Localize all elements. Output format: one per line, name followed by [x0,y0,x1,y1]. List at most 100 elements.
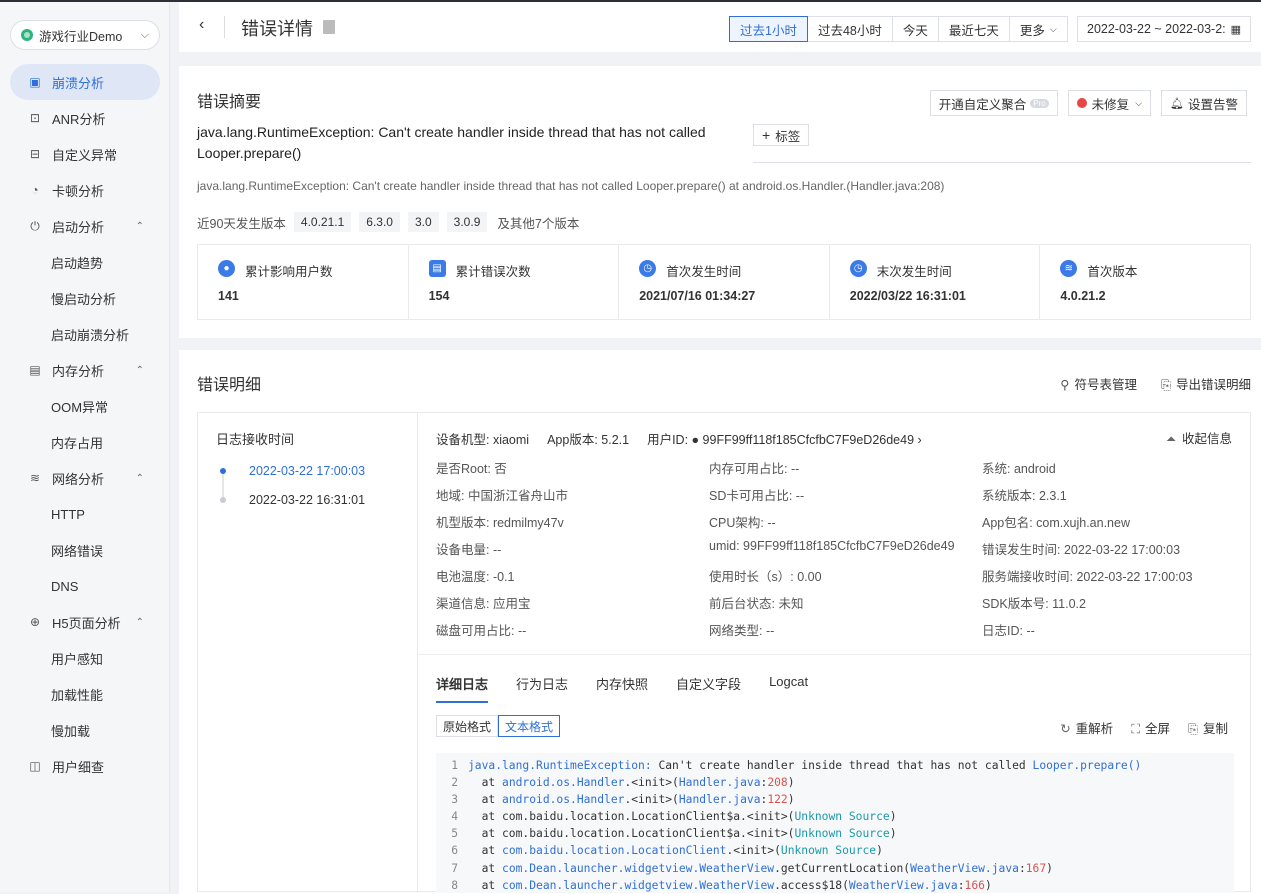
sidebar-subitem[interactable]: 慢加载 [0,712,170,748]
tab-custom-fields[interactable]: 自定义字段 [676,674,741,703]
symbol-table-button[interactable]: ⚲ 符号表管理 [1060,374,1137,393]
copy-button[interactable]: ⎘ 复制 [1188,718,1228,737]
stat-label: 首次版本 [1087,265,1138,279]
range-today-button[interactable]: 今天 [892,16,939,42]
code-text: at com.baidu.location.LocationClient$a.<… [468,810,897,824]
sidebar-subitem[interactable]: 启动趋势 [0,244,170,280]
status-label: 未修复 [1091,97,1130,112]
sidebar-subitem[interactable]: 内存占用 [0,424,170,460]
device-info-field: 系统: android [982,462,1056,476]
sidebar-subitem[interactable]: 启动崩溃分析 [0,316,170,352]
anr-icon: ⊡ [29,111,41,125]
range-more-button[interactable]: 更多 ⌵ [1009,16,1068,42]
reparse-button[interactable]: ↻ 重解析 [1060,718,1113,737]
device-info-field: 磁盘可用占比: -- [436,624,527,638]
line-number: 7 [451,861,458,875]
code-line: 5 at com.baidu.location.LocationClient$a… [436,825,1234,842]
pro-badge: Pro [1030,98,1049,108]
sidebar-item-label: 启动崩溃分析 [51,327,130,343]
summary-card: 错误摘要 开通自定义聚合 Pro 未修复 ⌵ 🔔︎ 设置告警 java.lang.Ru… [179,66,1261,338]
collapse-label: 收起信息 [1181,432,1232,446]
device-info-field: 网络类型: -- [709,624,775,638]
code-line: 7 at com.Dean.launcher.widgetview.Weathe… [436,860,1234,877]
sidebar-subitem[interactable]: 加载性能 [0,676,170,712]
unfixed-status-icon [1076,98,1087,108]
sidebar-subitem[interactable]: 慢启动分析 [0,280,170,316]
app-logo-icon [21,29,33,41]
date-range-value: 2022-03-22 ~ 2022-03-2: [1087,22,1226,36]
version-chip: 6.3.0 [359,212,400,232]
device-info-field: 是否Root: 否 [436,462,507,476]
sidebar-item[interactable]: ⏻ 启动分析 ⌃ [0,208,170,244]
text-format-button[interactable]: 文本格式 [498,715,561,737]
bookmark-icon[interactable] [323,20,335,34]
exception-message: java.lang.RuntimeException: Can't create… [197,124,706,161]
log-time-item[interactable]: 2022-03-22 17:00:03 [249,464,365,478]
tab-memory-snapshot[interactable]: 内存快照 [596,674,648,703]
line-number: 5 [451,827,458,841]
device-info-field: umid: 99FF99ff118f185CfcfbC7F9eD26de49 [709,539,955,553]
raw-format-button[interactable]: 原始格式 [436,715,499,737]
timeline-dot [220,497,226,503]
date-range-picker[interactable]: 2022-03-22 ~ 2022-03-2: ▦ [1077,16,1251,42]
status-dropdown[interactable]: 未修复 ⌵ [1067,90,1152,116]
sidebar-subitem[interactable]: 网络错误 [0,532,170,568]
stat-value: 2021/07/16 01:34:27 [639,289,756,303]
header-divider [224,16,225,38]
h5-icon: ⊕ [29,615,41,629]
range-7d-button[interactable]: 最近七天 [938,16,1010,42]
sidebar: 游戏行业Demo ⌵ ▣ 崩溃分析 ⊡ ANR分析 ⊟ 自定义异常 ◔ 卡顿分析 ⏻ 启动分析 ⌃ 启… [0,2,170,892]
sidebar-item[interactable]: ⊕ H5页面分析 ⌃ [0,604,170,640]
code-text: at android.os.Handler.<init>(Handler.jav… [468,793,795,807]
device-info-field: 使用时长（s）: 0.00 [709,570,822,584]
tab-logcat[interactable]: Logcat [769,674,808,703]
sidebar-item[interactable]: ⊟ 自定义异常 [0,136,170,172]
collapse-info-button[interactable]: ⏶ 收起信息 [1166,428,1232,447]
fullscreen-button[interactable]: ⛶ 全屏 [1131,718,1170,737]
user-id-link[interactable]: 用户ID: ● 99FF99ff118f185CfcfbC7F9eD26de49… [647,429,922,448]
sidebar-subitem[interactable]: HTTP [0,496,170,532]
sidebar-subitem[interactable]: DNS [0,568,170,604]
versions-more[interactable]: 及其他7个版本 [497,213,579,232]
chevron-up-icon: ⌃ [135,220,144,232]
detail-box: 日志接收时间 2022-03-22 17:00:03 2022-03-22 16… [197,412,1252,893]
set-alert-label: 设置告警 [1187,97,1238,112]
sidebar-item[interactable]: ▤ 内存分析 ⌃ [0,352,170,388]
custom-aggregate-button[interactable]: 开通自定义聚合 Pro [929,90,1058,116]
log-time-column: 日志接收时间 2022-03-22 17:00:03 2022-03-22 16… [198,413,418,893]
line-number: 6 [451,844,458,858]
log-time-item[interactable]: 2022-03-22 16:31:01 [249,493,365,507]
tab-detailed-log[interactable]: 详细日志 [436,674,489,703]
device-info-field: 电池温度: -0.1 [436,570,515,584]
sidebar-item[interactable]: ◔ 卡顿分析 [0,172,170,208]
set-alert-button[interactable]: 🔔︎ 设置告警 [1161,90,1247,116]
line-number: 4 [451,810,458,824]
tab-behavior-log[interactable]: 行为日志 [516,674,568,703]
detail-actions: ⚲ 符号表管理 ⎘ 导出错误明细 [1060,374,1251,393]
code-line: 2 at android.os.Handler.<init>(Handler.j… [436,774,1234,791]
stat-value: 154 [428,289,450,303]
sidebar-item[interactable]: ≋ 网络分析 ⌃ [0,460,170,496]
range-48h-button[interactable]: 过去48小时 [807,16,893,42]
device-info-field: App包名: com.xujh.an.new [982,516,1130,530]
version-chip: 3.0 [407,212,439,232]
chevron-down-icon: ⌵ [1135,97,1143,108]
sidebar-subitem[interactable]: OOM异常 [0,388,170,424]
custom-aggregate-label: 开通自定义聚合 [938,97,1027,112]
sidebar-item[interactable]: ▣ 崩溃分析 [10,64,160,100]
sidebar-subitem[interactable]: 用户感知 [0,640,170,676]
app-selector[interactable]: 游戏行业Demo ⌵ [10,20,160,50]
line-number: 2 [451,776,458,790]
clock-icon: ◷ [849,260,867,277]
back-icon[interactable]: ‹ [199,16,204,34]
range-1h-button[interactable]: 过去1小时 [729,16,808,42]
sidebar-item-label: 内存分析 [52,363,105,379]
section-divider [418,654,1252,655]
sidebar-item-label: DNS [51,578,79,594]
device-info-field: 内存可用占比: -- [709,462,800,476]
sidebar-nav: ▣ 崩溃分析 ⊡ ANR分析 ⊟ 自定义异常 ◔ 卡顿分析 ⏻ 启动分析 ⌃ 启动趋势 慢启动分析启动崩… [0,64,170,784]
add-tag-button[interactable]: + 标签 [753,124,810,146]
sidebar-item[interactable]: ⊡ ANR分析 [0,100,170,136]
sidebar-item[interactable]: ◫ 用户细查 [0,748,170,784]
export-button[interactable]: ⎘ 导出错误明细 [1161,374,1251,393]
